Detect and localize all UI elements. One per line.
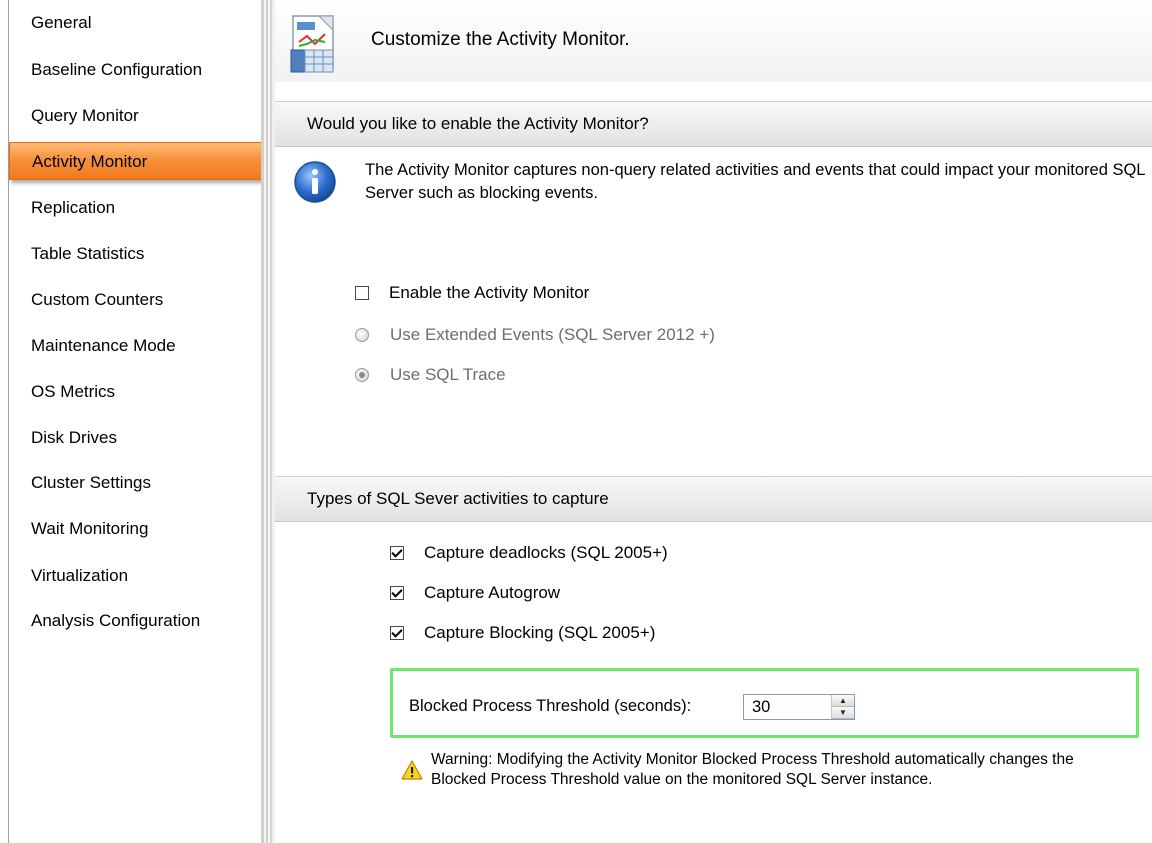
nav-item-wait-monitoring[interactable]: Wait Monitoring — [9, 510, 261, 548]
nav-item-os-metrics[interactable]: OS Metrics — [9, 373, 261, 411]
capture-section-heading: Types of SQL Sever activities to capture — [275, 476, 1152, 522]
stepper-up-button[interactable]: ▲ — [832, 695, 854, 707]
capture-autogrow-option[interactable]: Capture Autogrow — [390, 583, 560, 603]
page-title: Customize the Activity Monitor. — [371, 29, 630, 50]
chevron-down-icon: ▼ — [839, 708, 847, 717]
blocked-process-threshold-stepper[interactable]: 30 ▲ ▼ — [743, 694, 855, 720]
threshold-warning-text: Warning: Modifying the Activity Monitor … — [431, 751, 1074, 788]
info-icon — [294, 161, 336, 203]
enable-activity-monitor-option[interactable]: Enable the Activity Monitor — [355, 283, 589, 303]
nav-item-maintenance-mode[interactable]: Maintenance Mode — [9, 327, 261, 365]
page-header: Customize the Activity Monitor. — [275, 0, 1152, 82]
capture-autogrow-label: Capture Autogrow — [424, 583, 561, 602]
nav-item-custom-counters[interactable]: Custom Counters — [9, 281, 261, 319]
nav-item-activity-monitor[interactable]: Activity Monitor — [9, 142, 265, 180]
chevron-up-icon: ▲ — [839, 696, 847, 705]
enable-activity-monitor-checkbox[interactable] — [355, 286, 369, 300]
nav-item-query-monitor[interactable]: Query Monitor — [9, 97, 261, 135]
use-sql-trace-label: Use SQL Trace — [390, 365, 506, 384]
activity-monitor-settings-panel: Customize the Activity Monitor. Would yo… — [275, 0, 1152, 843]
capture-autogrow-checkbox[interactable] — [390, 586, 404, 600]
nav-item-general[interactable]: General — [9, 4, 261, 42]
nav-item-baseline-configuration[interactable]: Baseline Configuration — [9, 51, 261, 89]
capture-blocking-checkbox[interactable] — [390, 626, 404, 640]
use-extended-events-radio[interactable] — [355, 328, 369, 342]
capture-deadlocks-label: Capture deadlocks (SQL 2005+) — [424, 543, 668, 562]
capture-deadlocks-option[interactable]: Capture deadlocks (SQL 2005+) — [390, 543, 668, 563]
blocked-process-threshold-input[interactable]: 30 — [744, 695, 831, 719]
settings-nav-sidebar: General Baseline Configuration Query Mon… — [8, 0, 265, 843]
nav-item-table-statistics[interactable]: Table Statistics — [9, 235, 261, 273]
nav-item-analysis-configuration[interactable]: Analysis Configuration — [9, 602, 261, 640]
use-extended-events-label: Use Extended Events (SQL Server 2012 +) — [390, 325, 715, 344]
threshold-highlight-box: Blocked Process Threshold (seconds): 30 … — [390, 668, 1139, 738]
nav-item-virtualization[interactable]: Virtualization — [9, 557, 261, 595]
warning-icon — [401, 760, 423, 780]
use-extended-events-option[interactable]: Use Extended Events (SQL Server 2012 +) — [355, 325, 715, 345]
info-description: The Activity Monitor captures non-query … — [365, 161, 1145, 202]
nav-item-replication[interactable]: Replication — [9, 189, 261, 227]
enable-activity-monitor-label: Enable the Activity Monitor — [389, 283, 590, 302]
enable-section-heading: Would you like to enable the Activity Mo… — [275, 101, 1152, 147]
nav-item-disk-drives[interactable]: Disk Drives — [9, 419, 261, 457]
blocked-process-threshold-label: Blocked Process Threshold (seconds): — [409, 697, 692, 715]
stepper-buttons: ▲ ▼ — [831, 695, 854, 719]
use-sql-trace-radio[interactable] — [355, 368, 369, 382]
activity-monitor-icon — [290, 15, 334, 73]
use-sql-trace-option[interactable]: Use SQL Trace — [355, 365, 506, 385]
capture-blocking-label: Capture Blocking (SQL 2005+) — [424, 623, 656, 642]
stepper-down-button[interactable]: ▼ — [832, 707, 854, 719]
capture-deadlocks-checkbox[interactable] — [390, 546, 404, 560]
panel-splitter[interactable] — [261, 0, 275, 843]
capture-blocking-option[interactable]: Capture Blocking (SQL 2005+) — [390, 623, 655, 643]
nav-item-cluster-settings[interactable]: Cluster Settings — [9, 464, 261, 502]
